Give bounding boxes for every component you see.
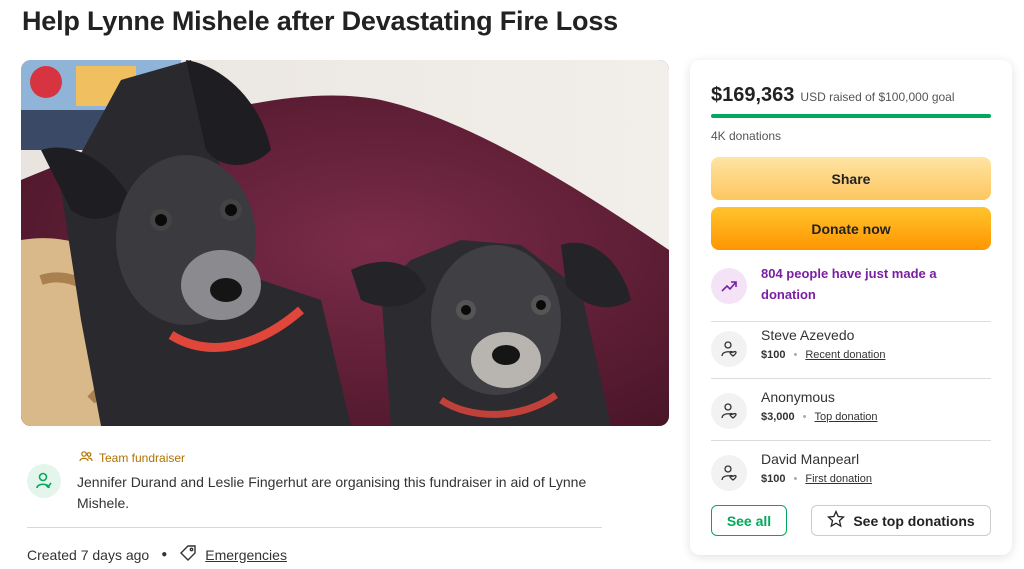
donor-name: Anonymous (761, 389, 835, 405)
donor-tag-link[interactable]: Recent donation (805, 349, 885, 361)
progress-fill (711, 114, 991, 118)
donor-amount: $100 (761, 349, 786, 361)
progress-bar (711, 114, 991, 118)
recent-activity: 804 people have just made a donation (711, 263, 991, 315)
donor-item: Anonymous $3,000 • Top donation (711, 387, 991, 431)
team-fundraiser-tag: Team fundraiser (79, 450, 185, 465)
divider (27, 527, 602, 528)
donor-details: $100 • First donation (761, 473, 872, 485)
dogs-photo (21, 60, 669, 426)
tag-icon (179, 544, 197, 565)
donor-item: David Manpearl $100 • First donation (711, 449, 991, 493)
trending-up-icon (711, 268, 747, 304)
separator-dot: • (793, 473, 798, 485)
fundraiser-meta: Created 7 days ago ● Emergencies (27, 544, 287, 565)
donate-button[interactable]: Donate now (711, 207, 991, 250)
donor-amount: $100 (761, 473, 786, 485)
team-icon (79, 450, 93, 465)
meta-separator: ● (161, 549, 168, 560)
separator-dot: • (793, 349, 798, 361)
see-top-donations-label: See top donations (853, 512, 975, 529)
donor-heart-icon (711, 331, 747, 367)
divider (711, 321, 991, 322)
separator-dot: • (802, 411, 807, 423)
donations-count: 4K donations (711, 129, 782, 143)
donor-item: Steve Azevedo $100 • Recent donation (711, 325, 991, 369)
donor-name: Steve Azevedo (761, 327, 855, 343)
organizer-text: Jennifer Durand and Leslie Fingerhut are… (77, 474, 587, 511)
donor-details: $3,000 • Top donation (761, 411, 878, 423)
donor-heart-icon (711, 393, 747, 429)
donor-tag-link[interactable]: Top donation (815, 411, 878, 423)
page-title: Help Lynne Mishele after Devastating Fir… (22, 6, 618, 36)
divider (711, 378, 991, 379)
divider (711, 440, 991, 441)
donor-amount: $3,000 (761, 411, 795, 423)
organizer-avatar-icon (27, 464, 61, 498)
donation-card: $169,363 USD raised of $100,000 goal 4K … (690, 60, 1012, 555)
hero-photo (21, 60, 669, 426)
share-button[interactable]: Share (711, 157, 991, 200)
amount-raised: $169,363 (711, 84, 795, 106)
see-all-button[interactable]: See all (711, 505, 787, 536)
see-top-donations-button[interactable]: See top donations (811, 505, 991, 536)
recent-activity-text: 804 people have just made a donation (761, 266, 937, 302)
amount-row: $169,363 USD raised of $100,000 goal (711, 84, 955, 107)
donor-heart-icon (711, 455, 747, 491)
created-date: Created 7 days ago (27, 546, 150, 563)
goal-text: USD raised of $100,000 goal (800, 90, 955, 104)
star-icon (827, 509, 846, 531)
team-tag-label: Team fundraiser (99, 450, 186, 465)
category-link[interactable]: Emergencies (205, 547, 287, 563)
donor-name: David Manpearl (761, 451, 860, 467)
donor-details: $100 • Recent donation (761, 349, 885, 361)
donor-tag-link[interactable]: First donation (805, 473, 872, 485)
